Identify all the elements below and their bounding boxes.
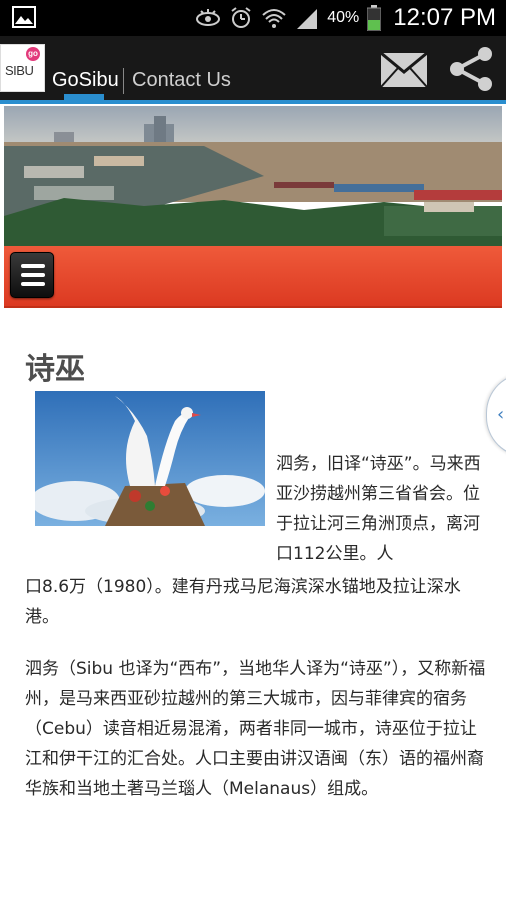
app-logo[interactable]: go SIBU (0, 44, 45, 92)
paragraph-1-continued: 口8.6万（1980）。建有丹戎马尼海滨深水锚地及拉让深水港。 (25, 577, 461, 627)
page-title: 诗巫 (25, 352, 85, 387)
tab-gosibu-label: GoSibu (52, 69, 119, 91)
chevron-left-icon: ‹ (497, 404, 505, 425)
share-icon[interactable] (447, 44, 497, 94)
content-area: 诗巫 泗务，旧译“诗巫”。马来西亚沙捞越州第三省省会。位于拉让河三角洲顶点，离河… (0, 104, 506, 900)
mail-icon[interactable] (380, 52, 428, 88)
action-bar: go SIBU GoSibu Contact Us (0, 36, 506, 104)
active-tab-indicator (64, 94, 104, 100)
wifi-icon (262, 9, 286, 28)
menu-bar (4, 246, 502, 308)
tab-contact-us-label: Contact Us (132, 69, 231, 91)
alarm-icon (231, 7, 251, 28)
paragraph-2: 泗务（Sibu 也译为“西布”，当地华人译为“诗巫”），又称新福州，是马来西亚砂… (25, 659, 486, 799)
hero-image (4, 106, 502, 246)
status-bar: 40% 12:07 PM (0, 0, 506, 36)
image-icon (12, 6, 36, 28)
signal-icon (297, 9, 318, 29)
tab-contact-us[interactable]: Contact Us (132, 36, 231, 100)
tab-divider (123, 68, 124, 94)
logo-text: SIBU (5, 63, 34, 78)
paragraph-1-side: 泗务，旧译“诗巫”。马来西亚沙捞越州第三省省会。位于拉让河三角洲顶点，离河口11… (276, 454, 481, 564)
battery-icon (367, 5, 382, 31)
battery-percent: 40% (327, 9, 360, 26)
eye-icon (196, 9, 221, 26)
swan-statue-image (35, 391, 265, 526)
logo-badge: go (26, 47, 40, 61)
hamburger-menu-icon[interactable] (10, 252, 54, 298)
tab-gosibu[interactable]: GoSibu (52, 36, 119, 100)
clock: 12:07 PM (393, 4, 496, 31)
